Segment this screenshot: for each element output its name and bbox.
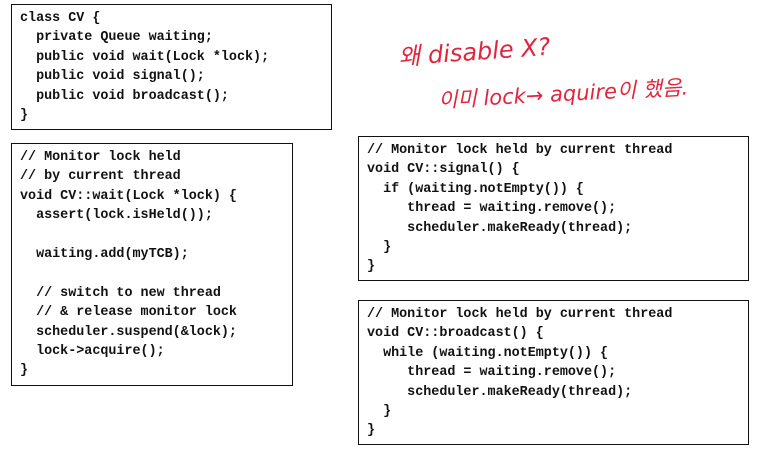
code-line: void CV::broadcast() { [367,326,544,342]
code-line: // switch to new thread [20,285,221,301]
code-line: // Monitor lock held by current thread [367,307,673,322]
code-line: // by current thread [20,169,181,185]
code-line: public void broadcast(); [20,88,229,104]
broadcast-method-box: // Monitor lock held by current thread v… [358,300,749,445]
code-line: } [367,239,392,255]
code-line: waiting.add(myTCB); [20,246,189,262]
code-line: } [367,423,376,439]
code-line: assert(lock.isHeld()); [20,208,213,224]
code-line: void CV::signal() { [367,162,520,178]
code-line: public void wait(Lock *lock); [20,49,270,65]
annotation-line-1: 왜 disable X? [397,32,552,72]
code-line: if (waiting.notEmpty()) { [367,181,584,197]
code-line: lock->acquire(); [20,343,165,359]
code-line: thread = waiting.remove(); [367,201,617,217]
annotation-line-2: 이미 lock→ aquire이 했음. [437,75,689,113]
code-line: public void signal(); [20,69,205,85]
code-line: } [20,363,29,379]
code-line: class CV { [20,11,101,26]
code-line: // Monitor lock held [20,150,181,165]
code-line: } [367,403,392,419]
code-line: } [367,259,376,275]
class-cv-declaration-box: class CV { private Queue waiting; public… [11,4,332,130]
signal-method-box: // Monitor lock held by current thread v… [358,136,749,281]
code-line: thread = waiting.remove(); [367,365,617,381]
code-line: // & release monitor lock [20,305,237,321]
code-line: } [20,107,29,123]
code-line: // Monitor lock held by current thread [367,143,673,158]
wait-method-box: // Monitor lock held // by current threa… [11,143,293,386]
code-line: while (waiting.notEmpty()) { [367,345,609,361]
code-line: scheduler.makeReady(thread); [367,220,633,236]
code-line: void CV::wait(Lock *lock) { [20,188,237,204]
code-line: scheduler.makeReady(thread); [367,384,633,400]
code-line: private Queue waiting; [20,30,213,46]
code-line: scheduler.suspend(&lock); [20,324,237,340]
